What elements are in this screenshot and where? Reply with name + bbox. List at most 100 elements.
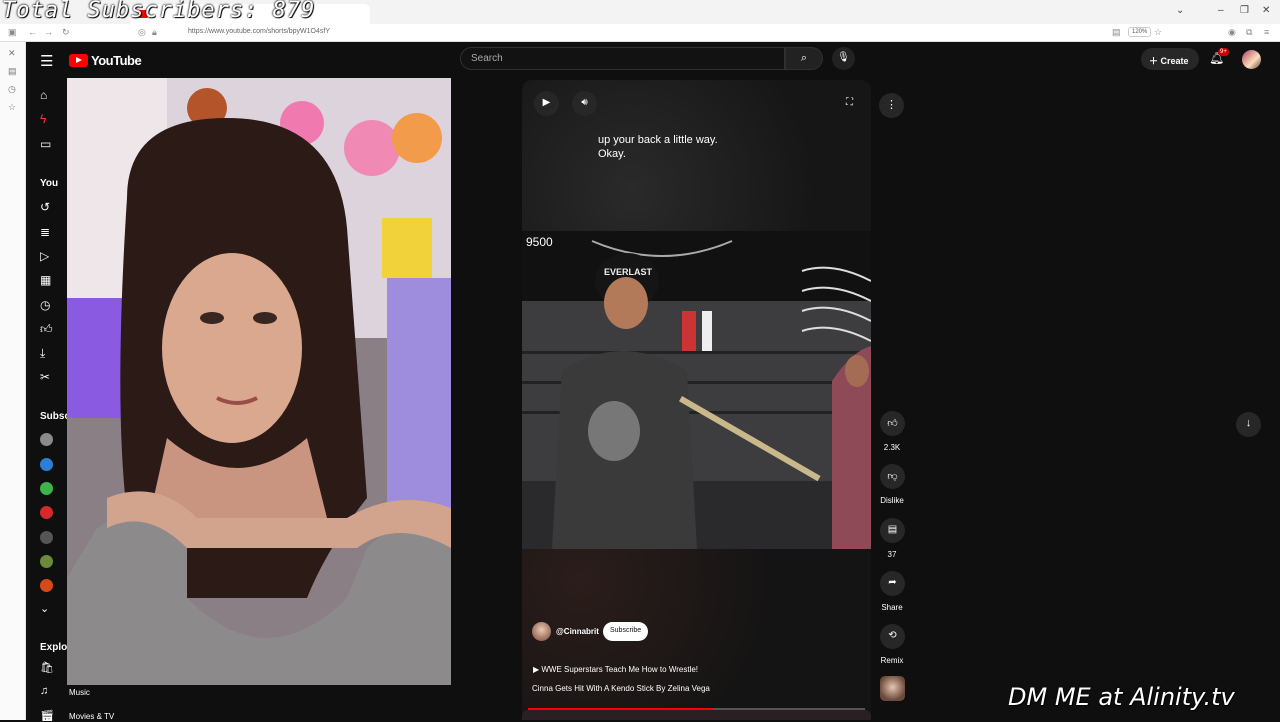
more-vertical-icon: ⋮	[886, 99, 897, 111]
minimize-icon[interactable]: –	[1218, 5, 1224, 16]
history-icon[interactable]: ◷	[8, 84, 16, 95]
browser-address-bar: ▣ ← → ↻ ◎ 🔒︎ https://www.youtube.com/sho…	[0, 24, 1280, 42]
movies-icon[interactable]: 🎬︎	[40, 709, 54, 722]
subscription-avatar[interactable]	[40, 531, 53, 544]
tab-list-icon[interactable]: ⌄	[1176, 5, 1184, 16]
reader-view-icon[interactable]: ▤	[1112, 27, 1121, 38]
subscribe-button[interactable]: Subscribe	[603, 622, 649, 641]
close-window-icon[interactable]: ✕	[1262, 5, 1270, 16]
streamer-webcam	[67, 78, 451, 685]
reload-icon[interactable]: ↻	[62, 27, 70, 38]
liked-videos-icon[interactable]: 👍︎	[40, 322, 53, 337]
next-video-button[interactable]: ↓	[1236, 412, 1261, 437]
webcam-image	[67, 78, 451, 685]
dislike-button[interactable]: 👎︎	[880, 464, 905, 489]
create-label: Create	[1160, 56, 1189, 66]
share-label: Share	[881, 603, 903, 612]
clips-icon[interactable]: ✂	[40, 370, 50, 384]
plus-icon: ＋	[1149, 56, 1161, 66]
your-videos-icon[interactable]: ▷	[40, 249, 49, 263]
music-icon[interactable]: ♫	[40, 685, 48, 697]
subscription-avatar[interactable]	[40, 458, 53, 471]
music-title[interactable]: ▶ WWE Superstars Teach Me How to Wrestle…	[533, 665, 698, 674]
remix-button[interactable]: ⟲	[880, 624, 905, 649]
your-movies-icon[interactable]: ▦	[40, 273, 51, 287]
caption-line: Okay.	[598, 148, 626, 160]
subscription-avatar[interactable]	[40, 482, 53, 495]
video-title[interactable]: Cinna Gets Hit With A Kendo Stick By Zel…	[532, 684, 710, 693]
shorts-player[interactable]: ▶ 🔊︎ ⛶ up your back a little way. Okay.	[522, 80, 871, 720]
watch-later-icon[interactable]: ◷	[40, 298, 50, 312]
like-button[interactable]: 👍︎	[880, 411, 905, 436]
logo-text: YouTube	[91, 53, 142, 68]
show-more-chevron-icon[interactable]: ⌄	[40, 602, 49, 615]
downloads-icon[interactable]: ⤓	[40, 346, 45, 361]
volume-button[interactable]: 🔊︎	[572, 91, 597, 116]
subscriptions-section-label[interactable]: Subsc	[40, 411, 70, 422]
remix-label: Remix	[880, 656, 904, 665]
close-panel-icon[interactable]: ✕	[8, 48, 16, 59]
music-title-text: WWE Superstars Teach Me How to Wrestle!	[541, 665, 699, 674]
lock-icon[interactable]: 🔒︎	[152, 27, 157, 38]
fullscreen-icon: ⛶	[846, 97, 853, 108]
hamburger-menu-icon[interactable]: ☰	[40, 52, 53, 70]
youtube-play-logo-icon	[69, 54, 88, 67]
history-icon[interactable]: ↺	[40, 200, 50, 214]
sound-thumbnail[interactable]	[880, 676, 905, 701]
restore-icon[interactable]: ❐	[1240, 5, 1249, 16]
channel-name[interactable]: @Cinnabrit	[556, 627, 599, 636]
you-section-label[interactable]: You	[40, 178, 58, 189]
search-button[interactable]: ⌕	[785, 47, 823, 70]
arrow-down-icon: ↓	[1245, 417, 1252, 429]
comments-button[interactable]: ▤	[880, 518, 905, 543]
favorites-icon[interactable]: ☆	[8, 102, 16, 113]
dm-overlay: DM ME at Alinity.tv	[1008, 683, 1235, 711]
search-input[interactable]: Search	[460, 47, 785, 70]
shorts-info-area: @Cinnabrit Subscribe ▶ WWE Superstars Te…	[522, 549, 871, 720]
zoom-level[interactable]: 120%	[1128, 27, 1152, 37]
channel-avatar[interactable]	[532, 622, 551, 641]
share-button[interactable]: ➦	[880, 571, 905, 596]
subscriptions-icon[interactable]: ▭	[40, 137, 51, 151]
subscriber-overlay: Total Subscribers: 879	[2, 0, 316, 23]
back-icon[interactable]: ←	[28, 27, 37, 37]
video-frame-image	[522, 231, 871, 549]
play-icon: ▶	[542, 97, 551, 108]
youtube-logo[interactable]: YouTube	[69, 53, 142, 68]
shopping-icon[interactable]: 🛍︎	[40, 661, 54, 674]
account-icon[interactable]: ◉	[1228, 27, 1236, 38]
browser-menu-icon[interactable]: ≡	[1264, 27, 1269, 37]
extensions-icon[interactable]: ⧉	[1246, 27, 1252, 38]
comment-icon: ▤	[887, 524, 898, 535]
voice-search-button[interactable]: 🎙︎	[832, 47, 855, 70]
shorts-icon[interactable]: ϟ	[40, 112, 46, 126]
explore-item-music[interactable]: Music	[69, 688, 90, 697]
notification-badge: 9+	[1218, 48, 1229, 56]
panel-page-icon[interactable]: ▤	[8, 66, 17, 77]
play-button[interactable]: ▶	[534, 91, 559, 116]
share-arrow-icon: ➦	[888, 577, 897, 588]
subscription-avatar[interactable]	[40, 555, 53, 568]
subscription-avatar[interactable]	[40, 506, 53, 519]
forward-icon[interactable]: →	[44, 27, 53, 37]
create-button[interactable]: ＋ Create	[1141, 48, 1199, 70]
tracking-icon[interactable]: ◎	[138, 27, 146, 38]
bookmark-star-icon[interactable]: ☆	[1154, 27, 1162, 38]
sidebar-toggle-icon[interactable]: ▣	[8, 27, 17, 38]
volume-icon: 🔊︎	[581, 97, 588, 108]
more-options-button[interactable]: ⋮	[879, 93, 904, 118]
account-avatar[interactable]	[1242, 50, 1261, 69]
playlists-icon[interactable]: ≣	[40, 225, 50, 239]
home-icon[interactable]: ⌂	[40, 88, 47, 102]
shorts-top-area: ▶ 🔊︎ ⛶ up your back a little way. Okay.	[522, 80, 871, 231]
subscription-avatar[interactable]	[40, 433, 53, 446]
url-field[interactable]: https://www.youtube.com/shorts/bpyW1O4sf…	[188, 28, 330, 35]
like-count: 2.3K	[883, 443, 901, 452]
subscription-avatar[interactable]	[40, 579, 53, 592]
fullscreen-button[interactable]: ⛶	[837, 91, 862, 116]
next-short-preview[interactable]	[522, 710, 871, 720]
video-overlay-number: 9500	[526, 235, 553, 249]
browser-side-panel: ✕ ▤ ◷ ☆	[0, 42, 26, 720]
helmet-text: EVERLAST	[604, 267, 653, 277]
comment-count: 37	[887, 550, 897, 559]
